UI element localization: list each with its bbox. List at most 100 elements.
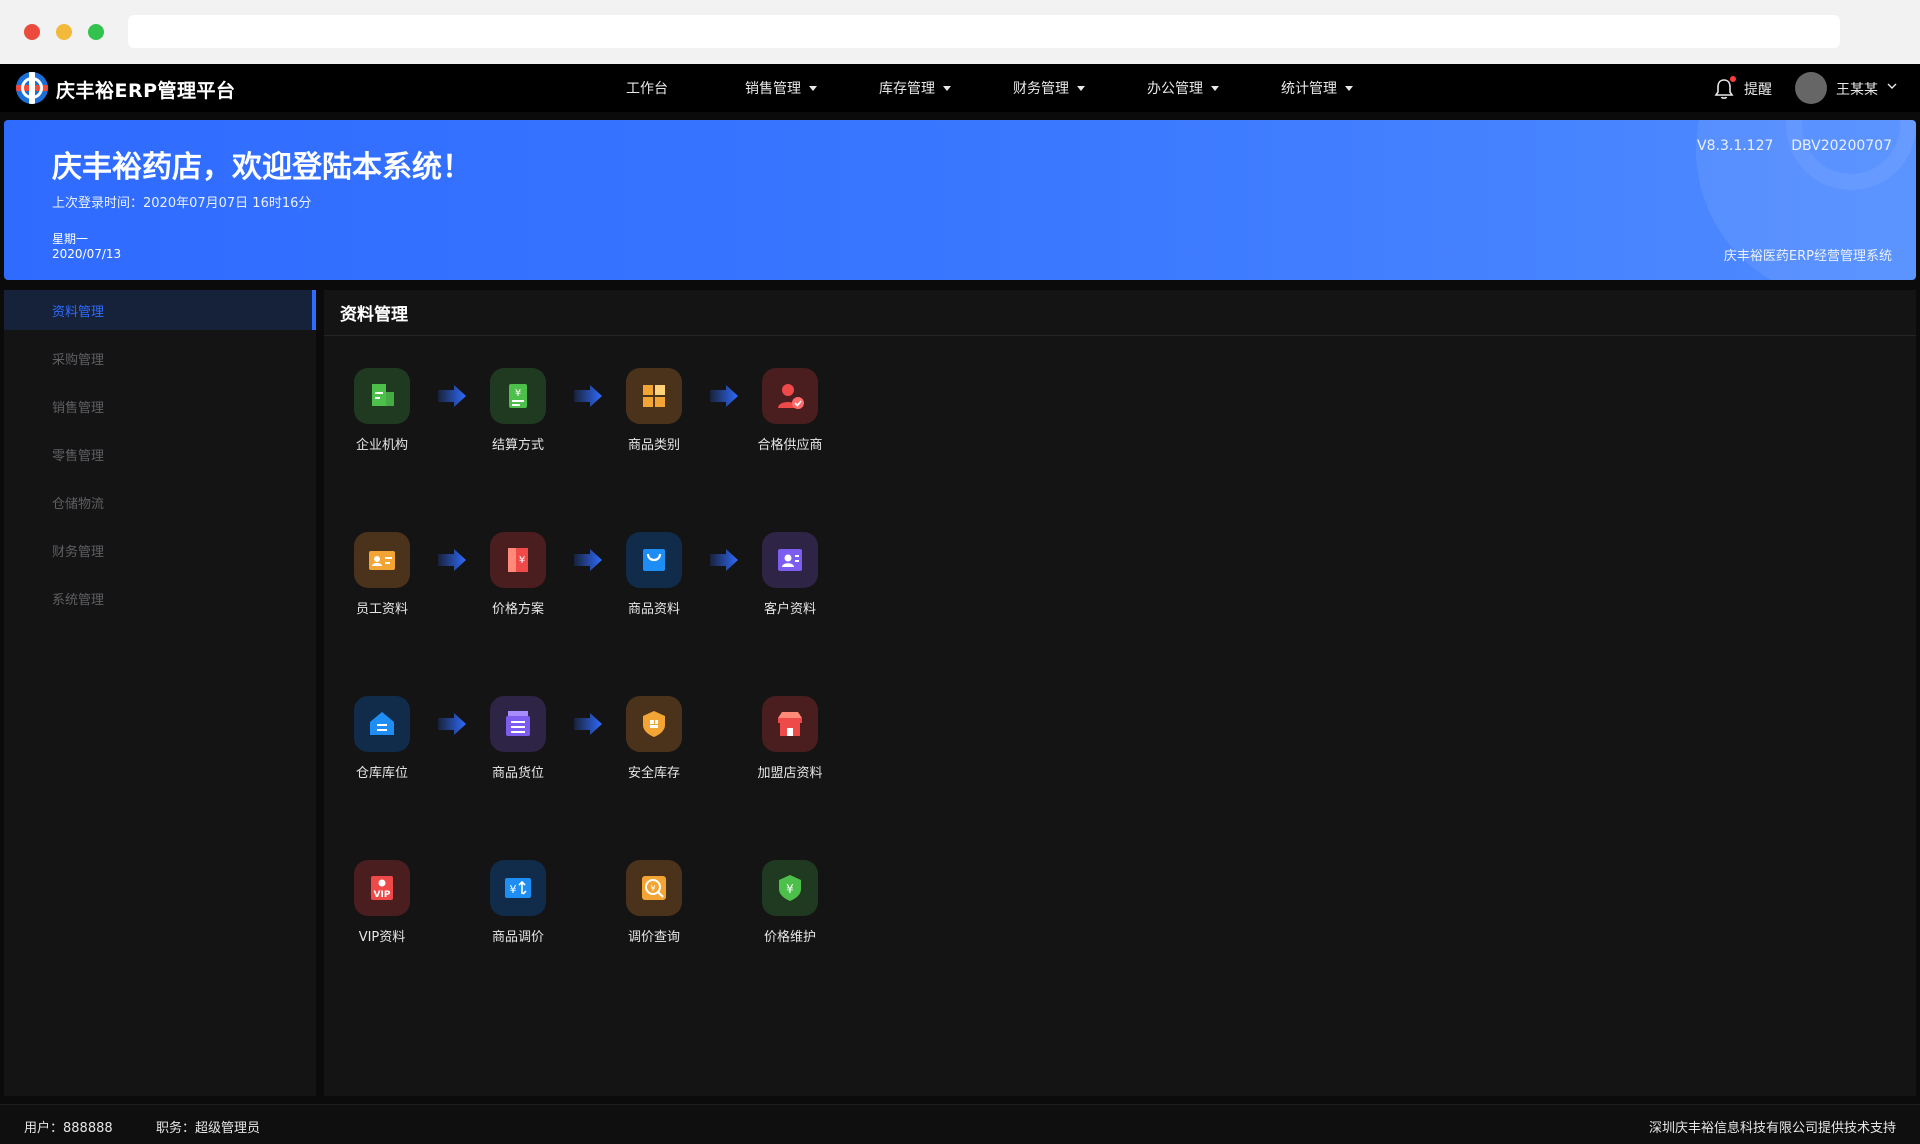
tile-warehouse[interactable]: 仓库库位 <box>332 696 432 796</box>
caret-down-icon <box>1345 85 1353 91</box>
nav-item-label: 库存管理 <box>879 81 935 97</box>
flow-arrow-icon <box>432 382 472 410</box>
tile-verified-user[interactable]: 合格供应商 <box>740 368 840 468</box>
minimize-window-button[interactable] <box>56 24 72 40</box>
price-search-icon: ¥ <box>626 860 682 916</box>
nav-item-label: 办公管理 <box>1147 81 1203 97</box>
flow-arrow-icon <box>704 382 744 410</box>
shelf-box-icon <box>490 696 546 752</box>
sidebar-item-4[interactable]: 仓储物流 <box>4 482 316 522</box>
caret-down-icon <box>1211 85 1219 91</box>
page-title: 资料管理 <box>340 305 408 325</box>
id-card-icon <box>354 532 410 588</box>
tile-price-adjust[interactable]: ¥ 商品调价 <box>468 860 568 960</box>
username[interactable]: 王某某 <box>1836 79 1878 99</box>
last-login-time: 上次登录时间：2020年07月07日 16时16分 <box>52 196 312 211</box>
caret-down-icon <box>943 85 951 91</box>
welcome-message: 庆丰裕药店，欢迎登陆本系统！ <box>52 150 472 185</box>
flow-arrow-icon <box>432 710 472 738</box>
brand-title: 庆丰裕ERP管理平台 <box>56 80 236 102</box>
nav-item-2[interactable]: 库存管理 <box>848 64 982 112</box>
tile-shopping-bag[interactable]: 商品资料 <box>604 532 704 632</box>
flow-arrow-icon <box>568 382 608 410</box>
version-info: V8.3.1.127 DBV20200707 <box>1697 138 1892 154</box>
shopping-bag-icon <box>626 532 682 588</box>
store-icon <box>762 696 818 752</box>
verified-user-icon <box>762 368 818 424</box>
tile-label: 结算方式 <box>491 438 544 453</box>
tile-price-search[interactable]: ¥ 调价查询 <box>604 860 704 960</box>
sidebar-item-3[interactable]: 零售管理 <box>4 434 316 474</box>
system-name: 庆丰裕医药ERP经营管理系统 <box>1723 249 1892 264</box>
svg-text:¥: ¥ <box>515 388 521 399</box>
sidebar-item-2[interactable]: 销售管理 <box>4 386 316 426</box>
sidebar-item-5[interactable]: 财务管理 <box>4 530 316 570</box>
tile-label: 合格供应商 <box>757 438 823 453</box>
tile-label: VIP资料 <box>358 930 406 945</box>
nav-item-3[interactable]: 财务管理 <box>982 64 1116 112</box>
flow-arrow-icon <box>432 546 472 574</box>
tile-shelf-box[interactable]: 商品货位 <box>468 696 568 796</box>
tile-label: 价格维护 <box>763 930 816 945</box>
sidebar-item-0[interactable]: 资料管理 <box>4 290 316 330</box>
logo-icon <box>16 72 48 104</box>
tile-label: 加盟店资料 <box>757 766 823 781</box>
nav-item-5[interactable]: 统计管理 <box>1250 64 1384 112</box>
tile-label: 商品资料 <box>627 602 680 617</box>
nav-item-4[interactable]: 办公管理 <box>1116 64 1250 112</box>
tile-grid[interactable]: 商品类别 <box>604 368 704 468</box>
tile-price-book[interactable]: ¥ 价格方案 <box>468 532 568 632</box>
status-bar: 用户：888888 职务：超级管理员 深圳庆丰裕信息科技有限公司提供技术支持 <box>0 1104 1920 1144</box>
caret-down-icon <box>809 85 817 91</box>
weekday: 星期一 <box>52 232 89 246</box>
tile-yuan-shield[interactable]: ¥ 价格维护 <box>740 860 840 960</box>
tile-label: 员工资料 <box>355 602 408 617</box>
tile-label: 商品类别 <box>627 438 680 453</box>
nav-item-0[interactable]: 工作台 <box>580 64 714 112</box>
address-bar[interactable] <box>128 15 1840 48</box>
sidebar-item-6[interactable]: 系统管理 <box>4 578 316 618</box>
footer-role: 职务：超级管理员 <box>156 1121 261 1136</box>
sidebar-item-1[interactable]: 采购管理 <box>4 338 316 378</box>
yuan-receipt-icon: ¥ <box>490 368 546 424</box>
tile-label: 价格方案 <box>491 602 544 617</box>
price-adjust-icon: ¥ <box>490 860 546 916</box>
footer-user: 用户：888888 <box>24 1121 113 1136</box>
remind-link[interactable]: 提醒 <box>1744 79 1772 99</box>
svg-text:¥: ¥ <box>786 882 794 896</box>
tile-building[interactable]: 企业机构 <box>332 368 432 468</box>
footer-support: 深圳庆丰裕信息科技有限公司提供技术支持 <box>1648 1121 1896 1136</box>
sidebar: 资料管理采购管理销售管理零售管理仓储物流财务管理系统管理 <box>4 290 316 1096</box>
nav-item-1[interactable]: 销售管理 <box>714 64 848 112</box>
close-window-button[interactable] <box>24 24 40 40</box>
avatar[interactable] <box>1795 72 1827 104</box>
welcome-banner: 庆丰裕药店，欢迎登陆本系统！ 上次登录时间：2020年07月07日 16时16分… <box>4 120 1916 280</box>
nav-item-label: 销售管理 <box>745 81 801 97</box>
main-menu: 工作台 销售管理 库存管理 财务管理 办公管理 统计管理 <box>580 64 1384 112</box>
notification-dot <box>1730 76 1736 82</box>
nav-item-label: 统计管理 <box>1281 81 1337 97</box>
svg-text:¥: ¥ <box>519 555 525 566</box>
tile-label: 调价查询 <box>627 930 680 945</box>
contact-card-icon <box>762 532 818 588</box>
svg-text:¥: ¥ <box>650 884 655 893</box>
top-navigation: 庆丰裕ERP管理平台 工作台 销售管理 库存管理 财务管理 办公管理 统计管理 提醒 王某… <box>0 64 1920 112</box>
chevron-down-icon[interactable] <box>1886 80 1898 92</box>
nav-item-label: 工作台 <box>626 81 668 97</box>
maximize-window-button[interactable] <box>88 24 104 40</box>
tile-yuan-receipt[interactable]: ¥ 结算方式 <box>468 368 568 468</box>
tile-id-card[interactable]: 员工资料 <box>332 532 432 632</box>
tile-label: 客户资料 <box>763 602 816 617</box>
tile-label: 商品货位 <box>491 766 544 781</box>
grid-icon <box>626 368 682 424</box>
main-panel: 资料管理 企业机构 ¥ 结算方式 商品类别 合格供应商员工资料 ¥ 价格方案 商品资料 客户资料… <box>324 290 1916 1096</box>
tile-store[interactable]: 加盟店资料 <box>740 696 840 796</box>
building-icon <box>354 368 410 424</box>
nav-item-label: 财务管理 <box>1013 81 1069 97</box>
tile-contact-card[interactable]: 客户资料 <box>740 532 840 632</box>
tile-shield-box[interactable]: 安全库存 <box>604 696 704 796</box>
tile-vip-card[interactable]: VIP VIP资料 <box>332 860 432 960</box>
caret-down-icon <box>1077 85 1085 91</box>
yuan-shield-icon: ¥ <box>762 860 818 916</box>
tile-label: 企业机构 <box>355 438 408 453</box>
